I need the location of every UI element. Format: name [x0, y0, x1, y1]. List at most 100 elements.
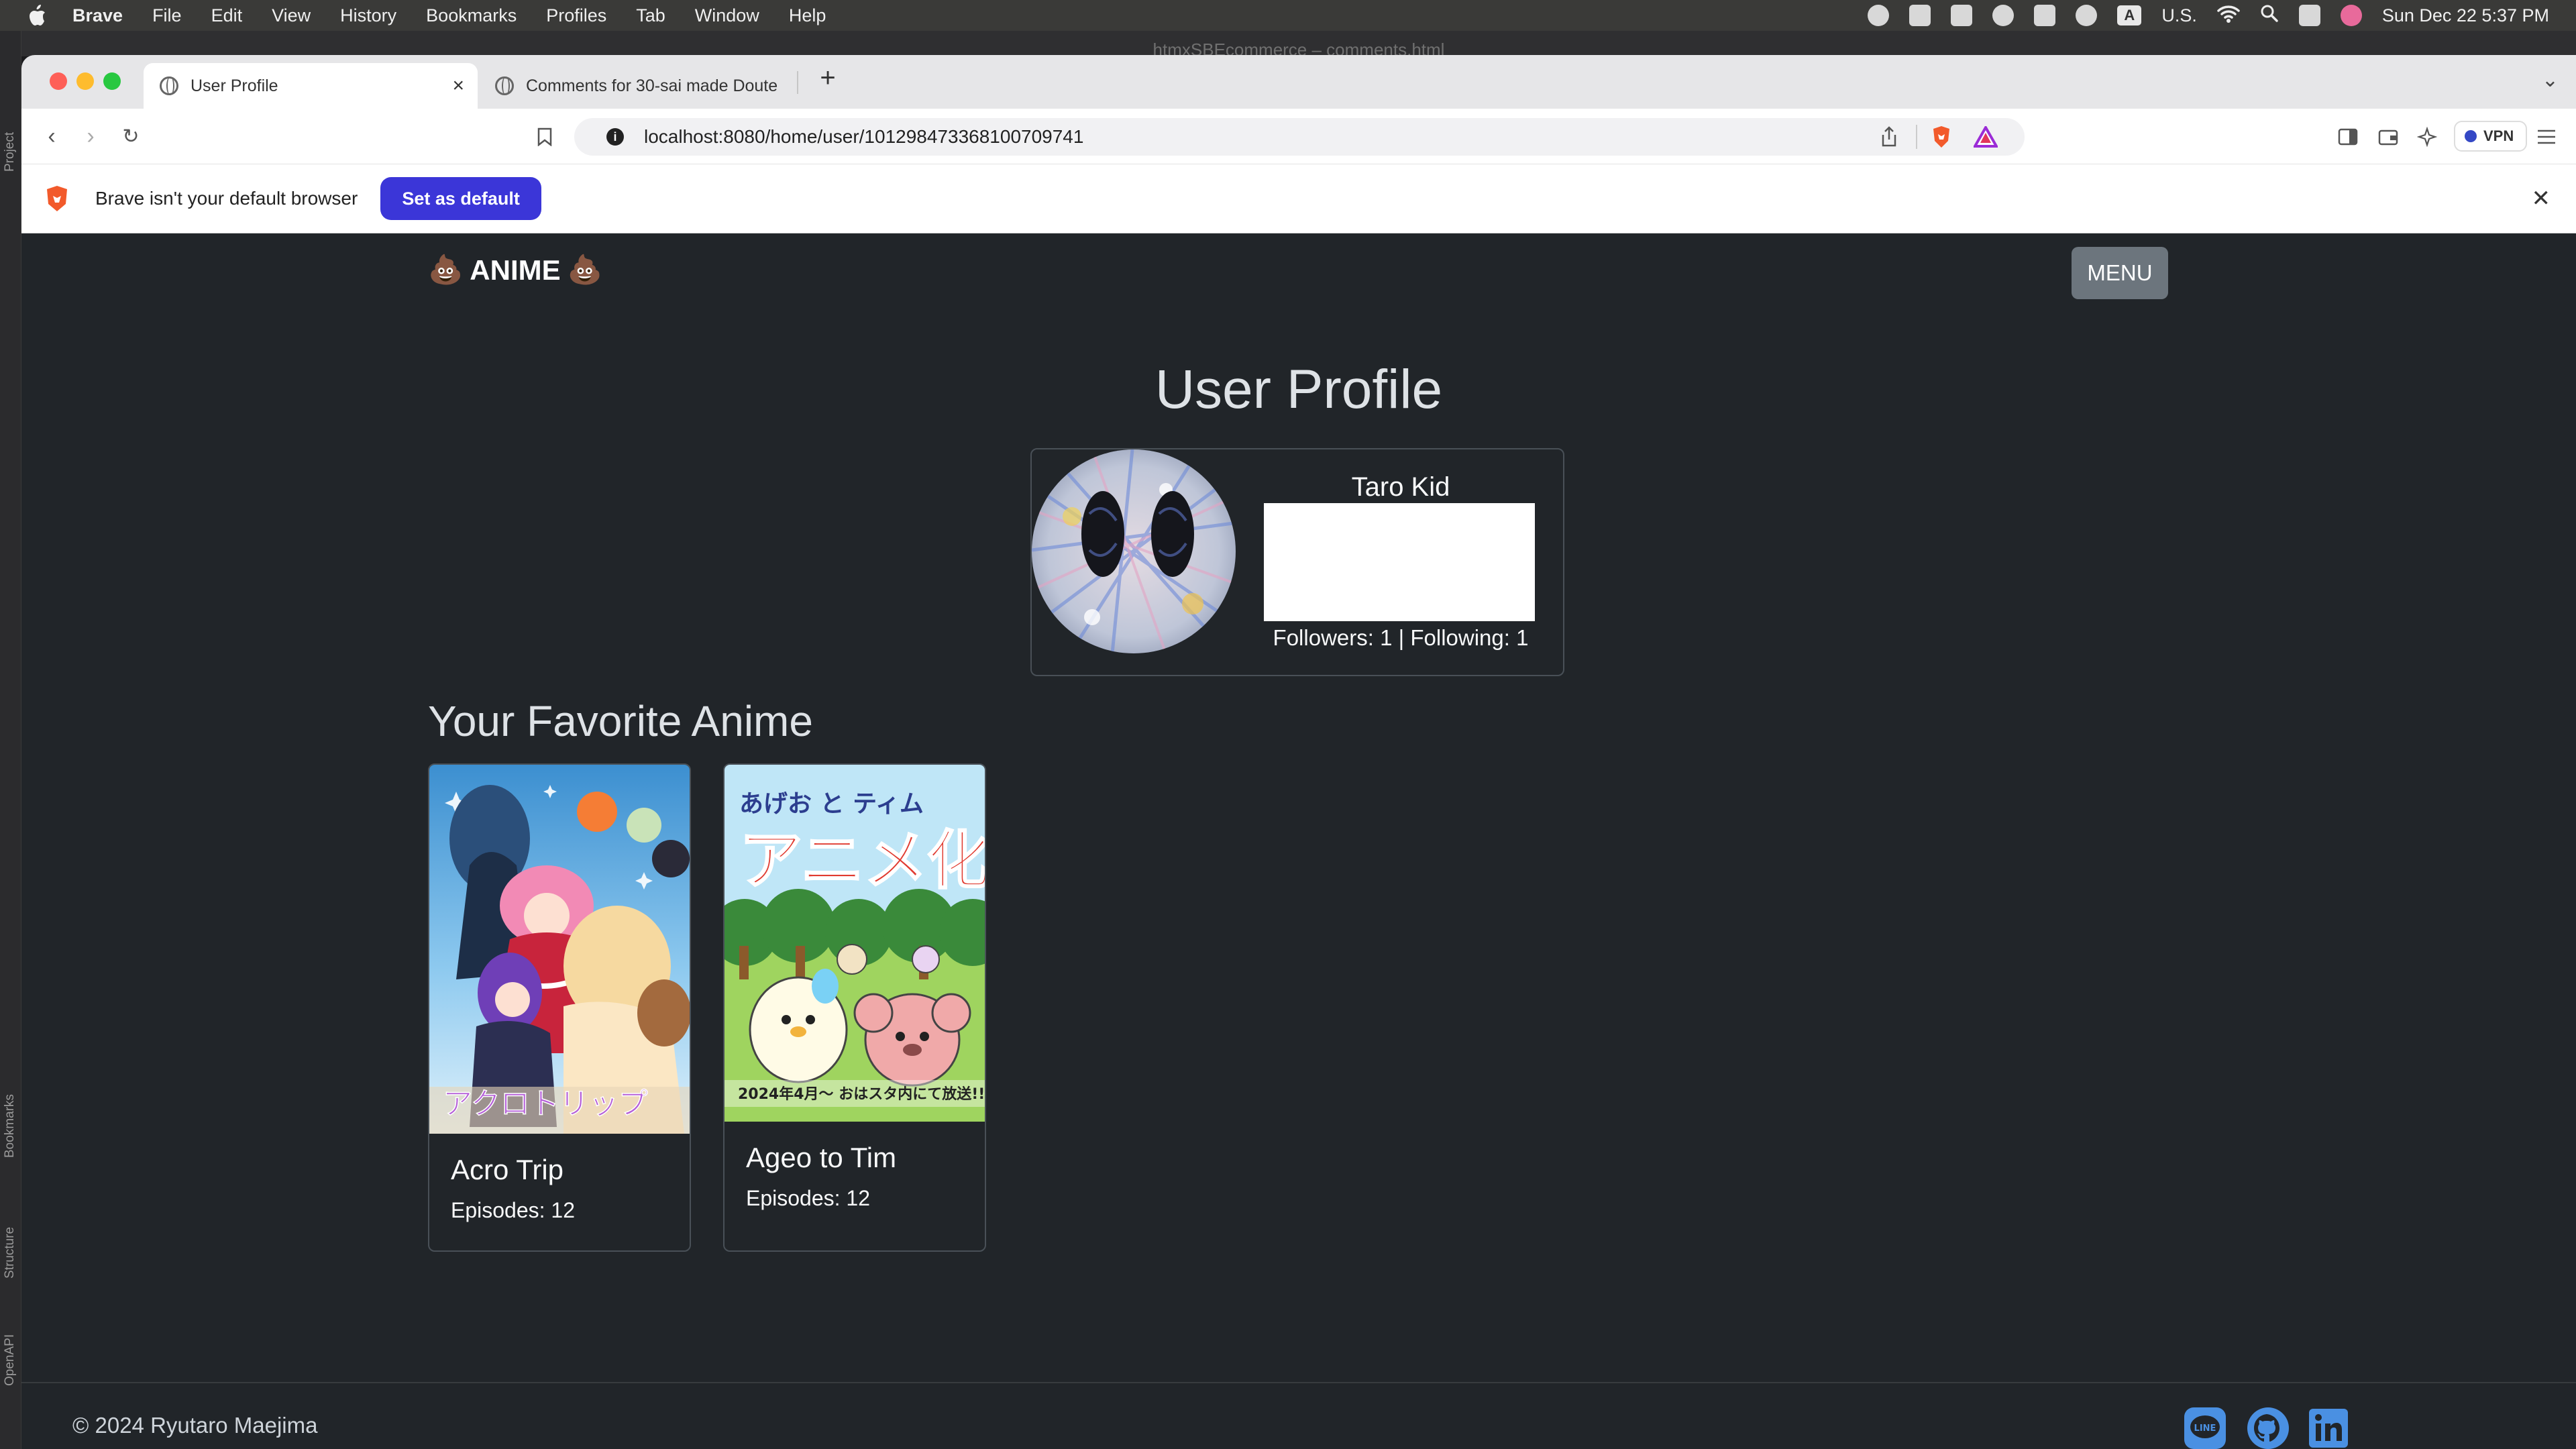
menu-edit[interactable]: Edit [211, 5, 243, 26]
bookmark-icon[interactable] [533, 125, 557, 149]
close-tab-icon[interactable]: × [452, 74, 464, 97]
profile-username: Taro Kid [1351, 472, 1450, 502]
line-icon[interactable]: LINE [2183, 1406, 2227, 1449]
zoom-window-button[interactable] [103, 72, 121, 90]
anime-card-ageo-to-tim[interactable]: あげお と ティム アニメ化 2024年4月〜 おはスタ内にて放送!! Ageo… [723, 763, 986, 1252]
browser-window: User Profile × Comments for 30-sai made … [21, 55, 2576, 1449]
vpn-label: VPN [2483, 127, 2514, 144]
address-bar[interactable]: i localhost:8080/home/user/1012984733681… [574, 118, 2025, 156]
menu-button[interactable]: MENU [2072, 247, 2168, 299]
package-icon[interactable] [2034, 5, 2056, 26]
wifi-icon[interactable] [2217, 4, 2240, 28]
share-icon[interactable] [1880, 126, 1898, 152]
menu-app-name[interactable]: Brave [72, 5, 123, 26]
globe-icon [495, 76, 514, 95]
forward-button[interactable]: › [74, 119, 107, 153]
ide-side-strip: Project Bookmarks Structure OpenAPI [0, 31, 21, 1449]
brave-shields-icon[interactable] [1931, 125, 1952, 154]
menu-file[interactable]: File [152, 5, 182, 26]
spotlight-search-icon[interactable] [2260, 4, 2279, 28]
reload-button[interactable]: ↻ [114, 119, 148, 153]
input-source-label[interactable]: U.S. [2161, 5, 2197, 26]
menu-profiles[interactable]: Profiles [546, 5, 606, 26]
wallet-icon[interactable] [2376, 125, 2400, 149]
minimize-window-button[interactable] [76, 72, 94, 90]
location-status-icon[interactable] [1868, 5, 1890, 26]
profile-bio-box [1264, 503, 1535, 621]
poster-caption-top: あげお と ティム [739, 790, 924, 818]
control-center-icon[interactable] [2298, 5, 2320, 26]
anime-title[interactable]: Ageo to Tim [746, 1142, 985, 1174]
input-source-icon[interactable]: A [2117, 5, 2142, 25]
web-page: 💩 ANIME 💩 MENU User Profile Taro Kid Fol… [21, 233, 2576, 1449]
menu-window[interactable]: Window [695, 5, 759, 26]
back-button[interactable]: ‹ [35, 119, 68, 153]
menu-tab[interactable]: Tab [636, 5, 665, 26]
brave-lion-icon [44, 184, 70, 213]
url-divider [1916, 125, 1917, 149]
default-browser-infobar: Brave isn't your default browser Set as … [21, 164, 2576, 233]
menu-history[interactable]: History [340, 5, 396, 26]
linkedin-icon[interactable] [2306, 1406, 2351, 1449]
ide-window-title: htmxSBEcommerce – comments.html [21, 31, 2576, 56]
vpn-status-icon [2465, 130, 2477, 142]
tab-comments[interactable]: Comments for 30-sai made Doute [479, 63, 798, 109]
favorites-heading: Your Favorite Anime [428, 697, 813, 745]
anime-episodes: Episodes: 12 [746, 1186, 871, 1210]
openai-icon[interactable] [1992, 5, 2015, 26]
poster-caption-bottom: 2024年4月〜 おはスタ内にて放送!! [738, 1085, 985, 1103]
copyright-text: © 2024 Ryutaro Maejima [72, 1413, 318, 1438]
close-window-button[interactable] [50, 72, 67, 90]
browser-toolbar: ‹ › ↻ i localhost:8080/home/user/1012984… [21, 109, 2576, 164]
poop-emoji-icon: 💩 [428, 254, 464, 285]
new-tab-button[interactable]: + [796, 63, 860, 93]
menubar-clock[interactable]: Sun Dec 22 5:37 PM [2382, 5, 2549, 26]
site-brand-link[interactable]: 💩 ANIME 💩 [428, 254, 602, 286]
profile-card: Taro Kid Followers: 1 | Following: 1 [1030, 448, 1564, 676]
close-infobar-icon[interactable]: ✕ [2532, 185, 2551, 212]
macos-menubar: Brave File Edit View History Bookmarks P… [0, 0, 2576, 31]
ide-project-tab[interactable]: Project [3, 132, 17, 172]
tab-list-chevron-icon[interactable]: ⌄ [2542, 68, 2559, 92]
set-as-default-button[interactable]: Set as default [380, 177, 541, 220]
ide-bookmarks-tab[interactable]: Bookmarks [3, 1094, 17, 1158]
site-info-icon[interactable]: i [606, 128, 624, 146]
anime-title[interactable]: Acro Trip [451, 1154, 690, 1186]
hamburger-menu-icon[interactable] [2534, 125, 2559, 149]
leo-ai-icon[interactable] [2415, 125, 2439, 149]
screen-record-icon[interactable] [1909, 5, 1931, 26]
ide-openapi-tab[interactable]: OpenAPI [3, 1334, 17, 1386]
apple-icon[interactable] [27, 4, 47, 27]
globe-icon [160, 76, 178, 95]
poster-caption-acro-trip: アクロトリップ [443, 1087, 648, 1121]
sidebar-icon[interactable] [2336, 125, 2360, 149]
tab-title: User Profile [191, 76, 278, 95]
site-footer: © 2024 Ryutaro Maejima LINE [21, 1382, 2576, 1449]
siri-icon[interactable] [2340, 5, 2362, 26]
tab-user-profile[interactable]: User Profile × [144, 63, 478, 109]
brand-text: ANIME [470, 254, 561, 286]
play-icon[interactable] [2076, 5, 2098, 26]
menu-view[interactable]: View [272, 5, 311, 26]
poster-ageo-to-tim[interactable]: あげお と ティム アニメ化 2024年4月〜 おはスタ内にて放送!! [724, 765, 985, 1122]
poster-caption-main: アニメ化 [739, 824, 985, 898]
follow-stats: Followers: 1 | Following: 1 [1273, 625, 1529, 650]
cloud-icon[interactable] [1951, 5, 1973, 26]
poop-emoji-icon: 💩 [567, 254, 602, 285]
github-icon[interactable] [2246, 1406, 2290, 1449]
ide-structure-tab[interactable]: Structure [3, 1227, 17, 1279]
anime-episodes: Episodes: 12 [451, 1198, 576, 1222]
infobar-message: Brave isn't your default browser [95, 188, 358, 209]
vpn-button[interactable]: VPN [2454, 121, 2528, 152]
svg-text:LINE: LINE [2194, 1424, 2216, 1434]
tab-title: Comments for 30-sai made Doute [526, 76, 778, 95]
anime-card-acro-trip[interactable]: アクロトリップ Acro Trip Episodes: 12 [428, 763, 691, 1252]
url-text[interactable]: localhost:8080/home/user/101298473368100… [644, 126, 1083, 148]
menu-help[interactable]: Help [789, 5, 826, 26]
avatar[interactable] [1032, 449, 1236, 653]
menu-bookmarks[interactable]: Bookmarks [426, 5, 517, 26]
poster-acro-trip[interactable]: アクロトリップ [429, 765, 690, 1134]
page-title: User Profile [1155, 359, 1443, 420]
tab-strip: User Profile × Comments for 30-sai made … [21, 55, 2576, 109]
brave-rewards-icon[interactable] [1972, 124, 1999, 152]
